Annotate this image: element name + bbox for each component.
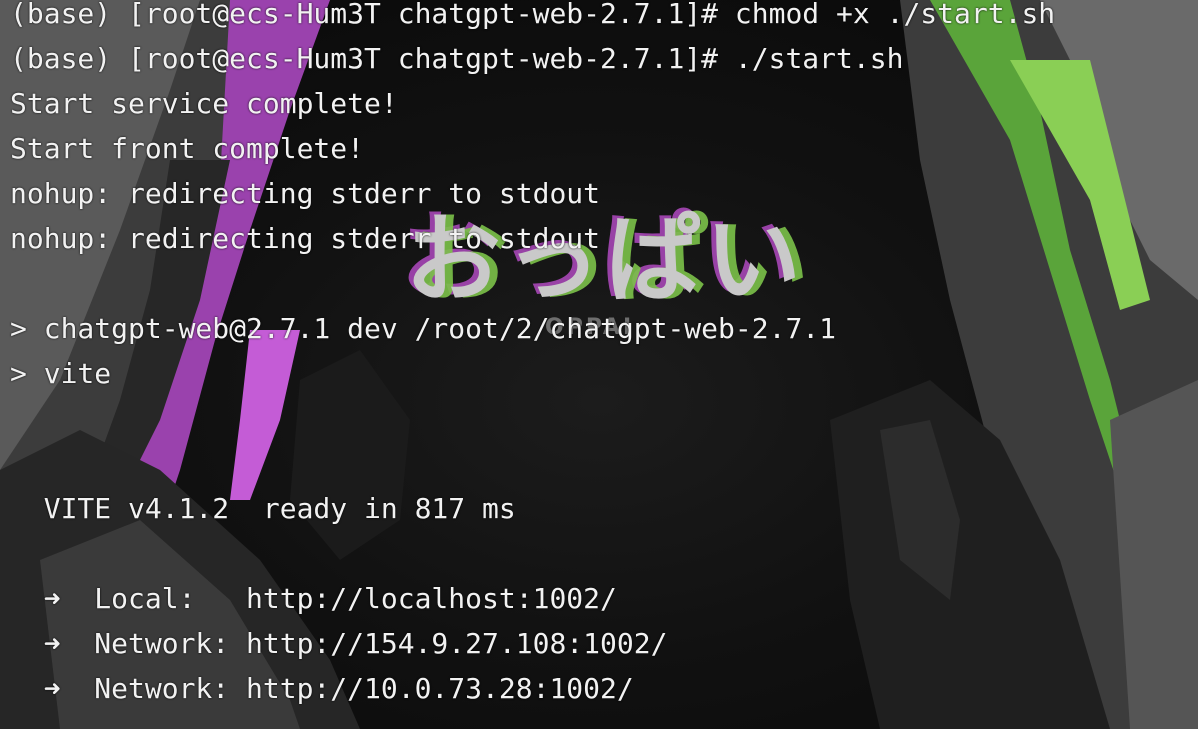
terminal-line: Start front complete!	[10, 132, 365, 165]
terminal-output[interactable]: (base) [root@ecs-Hum3T chatgpt-web-2.7.1…	[10, 0, 1055, 711]
terminal-line: nohup: redirecting stderr to stdout	[10, 177, 601, 210]
terminal-line: ➜ Network: http://10.0.73.28:1002/	[10, 672, 634, 705]
terminal-line: Start service complete!	[10, 87, 398, 120]
terminal-line: ➜ Local: http://localhost:1002/	[10, 582, 617, 615]
terminal-line: nohup: redirecting stderr to stdout	[10, 222, 601, 255]
terminal-line: > vite	[10, 357, 112, 390]
terminal-line: > chatgpt-web@2.7.1 dev /root/2/chatgpt-…	[10, 312, 837, 345]
terminal-line: VITE v4.1.2 ready in 817 ms	[10, 492, 516, 525]
terminal-window[interactable]: おっぱい おっぱい おっぱい OPPAI (base) [root@ecs-Hu…	[0, 0, 1198, 729]
terminal-line: ➜ Network: http://154.9.27.108:1002/	[10, 627, 668, 660]
terminal-line: (base) [root@ecs-Hum3T chatgpt-web-2.7.1…	[10, 0, 1056, 30]
terminal-line: (base) [root@ecs-Hum3T chatgpt-web-2.7.1…	[10, 42, 904, 75]
